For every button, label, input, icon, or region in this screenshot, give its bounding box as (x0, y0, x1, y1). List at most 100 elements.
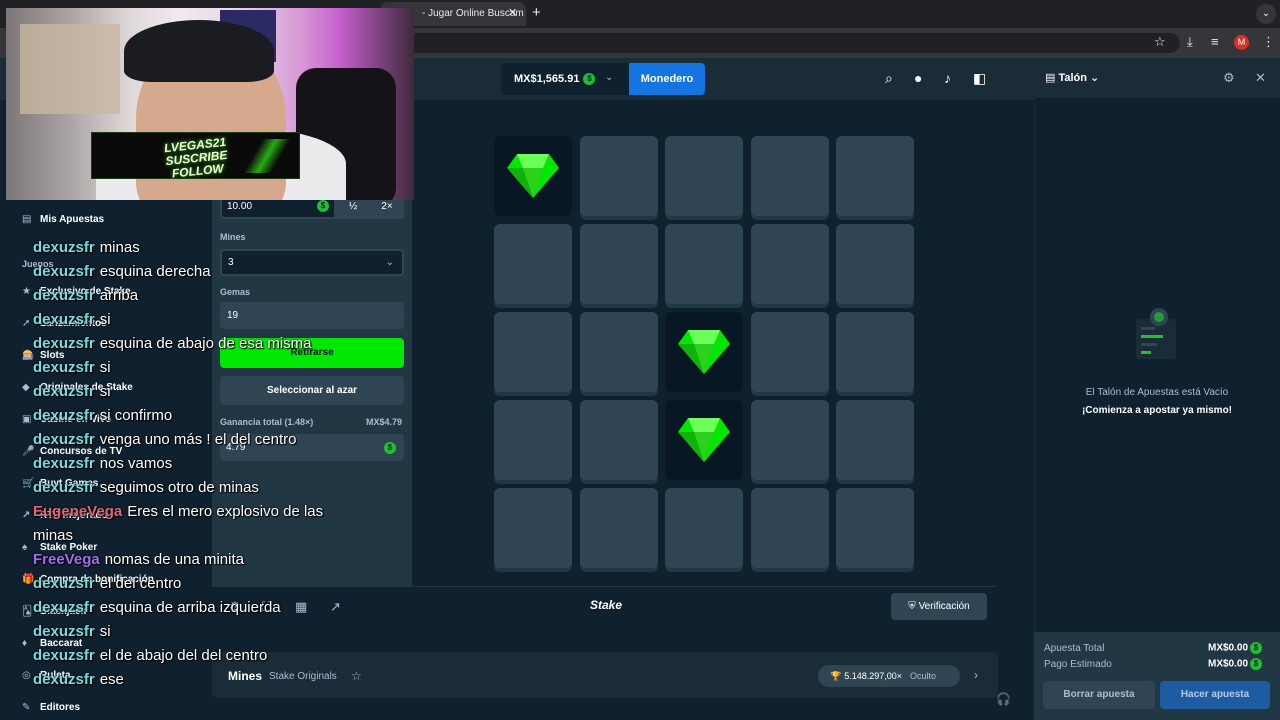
chat-message: dexuzsfr arriba (33, 284, 363, 308)
hidden-tile[interactable] (665, 136, 743, 216)
currency-coin-icon: $ (1250, 642, 1263, 654)
address-bar[interactable] (300, 33, 1180, 53)
notifications-icon[interactable]: ♪ (944, 70, 951, 86)
hidden-tile[interactable] (751, 400, 829, 480)
gem-icon (678, 330, 730, 374)
hidden-label: Oculto (910, 671, 937, 681)
chat-username: dexuzsfr (33, 671, 95, 688)
hidden-tile[interactable] (494, 400, 572, 480)
revealed-gem-tile[interactable] (665, 400, 743, 480)
bet-amount-value: 10.00 (227, 201, 253, 212)
chat-text: si (99, 359, 111, 376)
chat-message: dexuzsfr seguimos otro de minas (33, 476, 363, 500)
browser-menu-icon[interactable]: ⋮ (1262, 34, 1275, 50)
chat-text: esquina de abajo de esa misma (99, 335, 312, 352)
estimated-payout-value: MX$0.00 $ (1208, 658, 1263, 670)
chat-username: dexuzsfr (33, 623, 95, 640)
hidden-tile[interactable] (836, 224, 914, 304)
headset-icon[interactable]: 🎧 (996, 692, 1011, 706)
chat-message: dexuzsfr si confirmo (33, 404, 363, 428)
chat-text: si (99, 383, 111, 400)
sidebar-item[interactable]: ✎ Editores (22, 702, 80, 713)
hidden-tile[interactable] (751, 136, 829, 216)
currency-coin-icon: $ (384, 442, 396, 454)
chat-message: dexuzsfr si (33, 308, 363, 332)
hidden-tile[interactable] (836, 488, 914, 568)
total-profit-amount: MX$4.79 (366, 417, 403, 427)
close-icon[interactable]: ✕ (1255, 70, 1266, 86)
chat-message: dexuzsfr venga uno más ! el del centro (33, 428, 363, 452)
hidden-tile[interactable] (665, 488, 743, 568)
chat-message: dexuzsfr esquina derecha (33, 260, 363, 284)
chat-text: si confirmo (99, 407, 173, 424)
chat-username: dexuzsfr (33, 647, 95, 664)
chat-text: el del centro (99, 575, 182, 592)
settings-icon[interactable]: ⚙ (1223, 70, 1235, 86)
sidebar-item-my-bets[interactable]: ▤ Mis Apuestas (22, 214, 104, 225)
chat-text: esquina de arriba izquierda (99, 599, 281, 616)
total-bet-value: MX$0.00 $ (1208, 642, 1263, 654)
revealed-gem-tile[interactable] (665, 312, 743, 392)
hidden-tile[interactable] (751, 312, 829, 392)
chat-message: dexuzsfr si (33, 356, 363, 380)
publisher-icon: ✎ (22, 702, 31, 713)
chat-text: nomas de una minita (104, 551, 244, 568)
hidden-tile[interactable] (580, 488, 658, 568)
chat-message: FreeVega nomas de una minita (33, 548, 363, 572)
place-bet-button[interactable]: Hacer apuesta (1160, 681, 1270, 709)
download-icon[interactable]: ⤓ (1187, 34, 1193, 50)
gem-icon (678, 418, 730, 462)
verification-button[interactable]: ⛨ Verificación (891, 593, 987, 620)
chat-message: dexuzsfr esquina de abajo de esa misma (33, 332, 363, 356)
chat-username: dexuzsfr (33, 383, 95, 400)
betslip-title[interactable]: ▤ Talón ⌄ (1045, 71, 1099, 84)
hidden-tile[interactable] (836, 312, 914, 392)
tab-close-icon[interactable]: ✕ (508, 6, 517, 19)
chat-text: nos vamos (99, 455, 173, 472)
bookmark-star-icon[interactable]: ☆ (1154, 34, 1166, 50)
tab-search-icon[interactable]: ⌄ (1256, 4, 1276, 24)
hidden-tile[interactable] (494, 312, 572, 392)
subscribe-banner: LVEGAS21 SUSCRIBE FOLLOW (91, 132, 300, 181)
chat-message: dexuzsfr nos vamos (33, 452, 363, 476)
chat-username: dexuzsfr (33, 335, 95, 352)
hidden-tile[interactable] (836, 136, 914, 216)
betslip-title-label: Talón (1058, 72, 1087, 84)
new-tab-icon[interactable]: + (532, 4, 541, 21)
hidden-tile[interactable] (665, 224, 743, 304)
hidden-tile[interactable] (580, 224, 658, 304)
chat-message: EugeneVega Eres el mero explosivo de las … (33, 500, 363, 548)
revealed-gem-tile[interactable] (494, 136, 572, 216)
hidden-tile[interactable] (751, 224, 829, 304)
max-win-chip[interactable]: 🏆 5.148.297,00× Oculto (818, 665, 960, 687)
search-icon[interactable]: ⌕ (885, 70, 893, 87)
chat-username: dexuzsfr (33, 239, 95, 256)
profile-avatar[interactable]: M (1234, 35, 1249, 50)
estimated-payout-label: Pago Estimado (1044, 659, 1112, 670)
chat-message: dexuzsfr si (33, 380, 363, 404)
balance-value: MX$1,565.91 (514, 73, 580, 85)
reading-list-icon[interactable]: ≡ (1211, 34, 1219, 49)
gem-icon (507, 154, 559, 198)
hidden-tile[interactable] (494, 488, 572, 568)
hidden-tile[interactable] (494, 224, 572, 304)
trophy-icon: 🏆 (830, 671, 842, 681)
clear-bet-button[interactable]: Borrar apuesta (1043, 681, 1155, 709)
hidden-tile[interactable] (836, 400, 914, 480)
chevron-right-icon[interactable]: › (974, 668, 978, 682)
hidden-tile[interactable] (580, 400, 658, 480)
chat-username: dexuzsfr (33, 479, 95, 496)
hidden-tile[interactable] (580, 136, 658, 216)
chat-username: dexuzsfr (33, 287, 95, 304)
betslip-toggle-icon[interactable]: ◧ (973, 70, 986, 87)
wallet-button[interactable]: Monedero (629, 63, 705, 95)
user-icon[interactable]: ● (914, 70, 922, 86)
chat-username: dexuzsfr (33, 431, 95, 448)
ticket-icon: ▤ (1045, 72, 1059, 84)
hidden-tile[interactable] (580, 312, 658, 392)
hidden-tile[interactable] (751, 488, 829, 568)
chevron-down-icon[interactable]: ⌄ (605, 72, 613, 83)
empty-betslip-cta: ¡Comienza a apostar ya mismo! (1081, 405, 1233, 416)
chevron-down-icon: ⌄ (1086, 72, 1100, 84)
chat-text: venga uno más ! el del centro (99, 431, 297, 448)
